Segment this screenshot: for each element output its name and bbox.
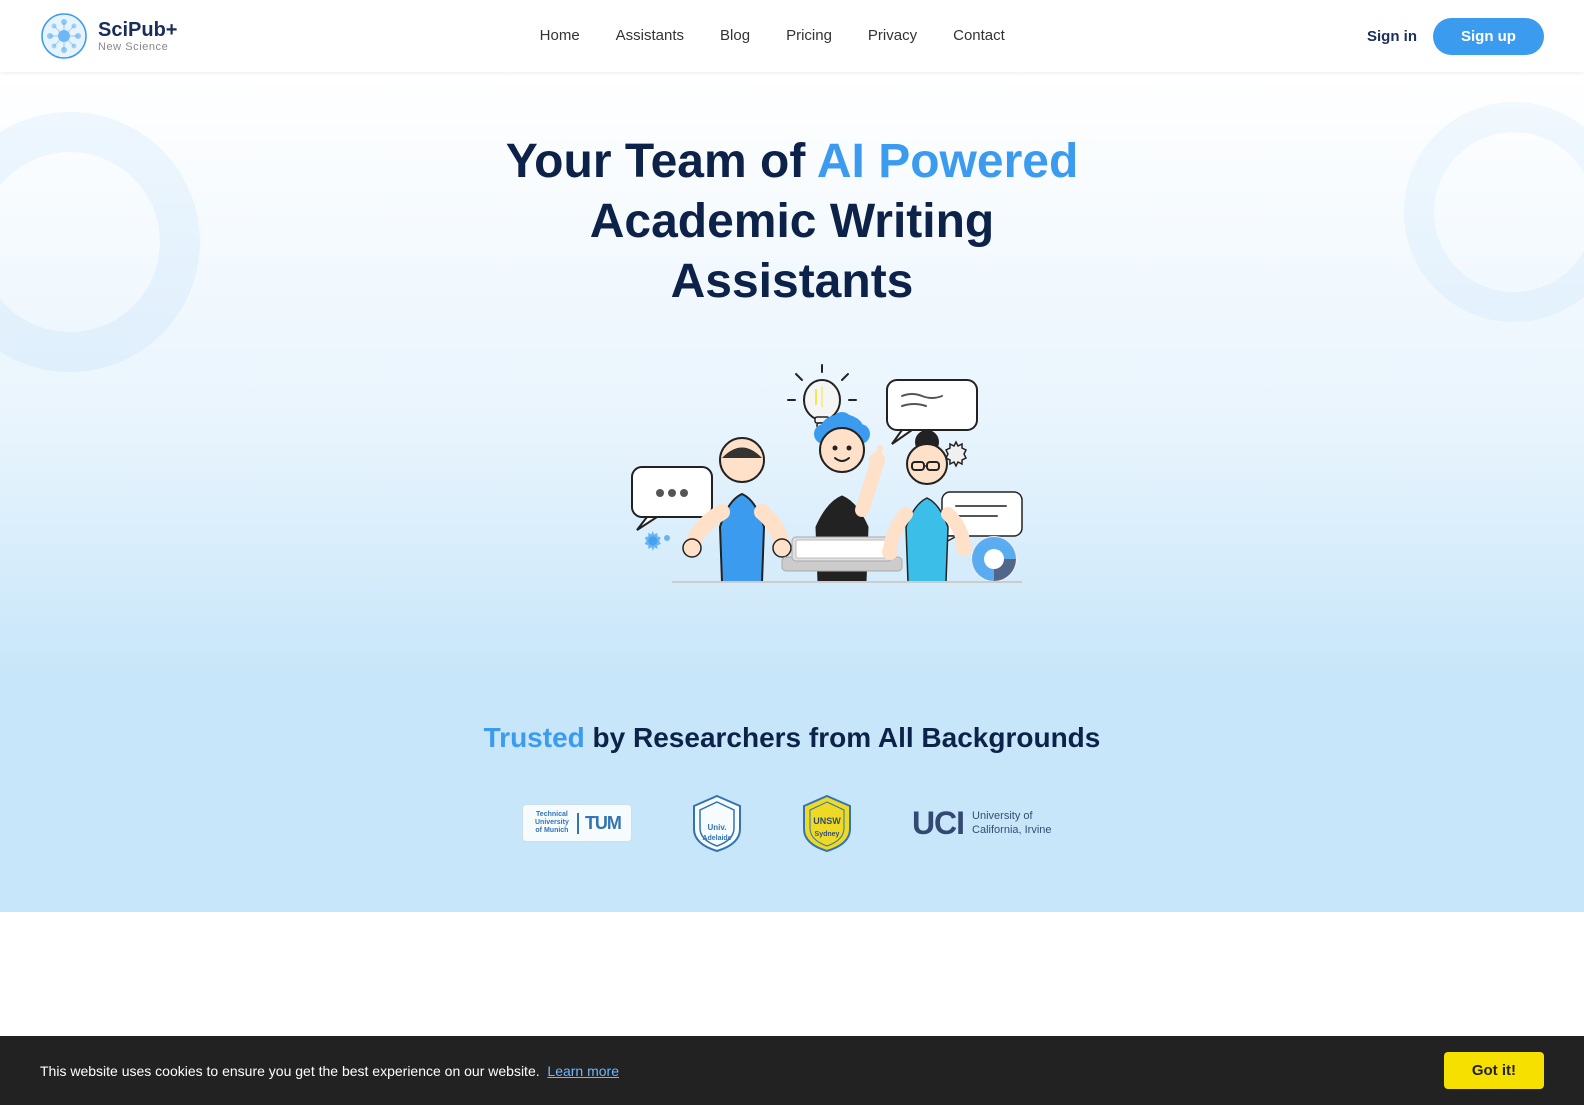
nav-assistants[interactable]: Assistants bbox=[616, 27, 684, 44]
unsw-shield: UNSW Sydney bbox=[802, 794, 852, 852]
adelaide-shield: Univ. Adelaide bbox=[692, 794, 742, 852]
navbar-nav: Home Assistants Blog Pricing Privacy Con… bbox=[540, 27, 1005, 45]
hero-illustration bbox=[532, 352, 1052, 602]
logo-text-sub: New Science bbox=[98, 41, 177, 53]
unsw-logo: UNSW Sydney bbox=[802, 794, 852, 852]
logo-icon bbox=[40, 12, 88, 60]
signup-button[interactable]: Sign up bbox=[1433, 18, 1544, 55]
uci-logo: UCI University of California, Irvine bbox=[912, 805, 1062, 842]
nav-home[interactable]: Home bbox=[540, 27, 580, 44]
logos-row: Technical University of Munich TUM Univ.… bbox=[522, 794, 1062, 852]
adelaide-logo: Univ. Adelaide bbox=[692, 794, 742, 852]
tum-badge-text: Technical University of Munich bbox=[533, 811, 571, 834]
cookie-accept-button[interactable]: Got it! bbox=[1444, 1052, 1544, 1089]
deco-circle-right bbox=[1404, 102, 1584, 322]
svg-text:UNSW: UNSW bbox=[813, 816, 841, 826]
trusted-word: Trusted bbox=[484, 722, 585, 753]
cookie-banner: This website uses cookies to ensure you … bbox=[0, 1036, 1584, 1105]
hero-title-highlight: AI Powered bbox=[817, 135, 1078, 188]
gear-small-icon bbox=[645, 531, 661, 551]
logo[interactable]: SciPub+ New Science bbox=[40, 12, 177, 60]
logo-text-main: SciPub+ bbox=[98, 19, 177, 41]
hero-title-part1: Your Team of bbox=[506, 135, 817, 188]
nav-pricing[interactable]: Pricing bbox=[786, 27, 832, 44]
pie-chart bbox=[972, 537, 1016, 581]
cookie-learn-more-link[interactable]: Learn more bbox=[547, 1063, 619, 1079]
navbar-actions: Sign in Sign up bbox=[1367, 18, 1544, 55]
nav-blog[interactable]: Blog bbox=[720, 27, 750, 44]
svg-text:Sydney: Sydney bbox=[814, 831, 839, 838]
svg-text:Adelaide: Adelaide bbox=[702, 835, 731, 842]
hero-section: Your Team of AI Powered Academic Writing… bbox=[0, 72, 1584, 672]
nav-contact[interactable]: Contact bbox=[953, 27, 1005, 44]
uci-abbr: UCI bbox=[912, 805, 964, 842]
trusted-subtitle: by Researchers from All Backgrounds bbox=[593, 722, 1101, 753]
tum-logo: Technical University of Munich TUM bbox=[522, 804, 632, 841]
nav-privacy[interactable]: Privacy bbox=[868, 27, 917, 44]
hero-title: Your Team of AI Powered Academic Writing… bbox=[506, 132, 1079, 312]
svg-text:Univ.: Univ. bbox=[707, 823, 726, 832]
gear-icon bbox=[946, 442, 966, 466]
dot-decor bbox=[664, 535, 670, 541]
deco-circle-left bbox=[0, 112, 200, 372]
trusted-title: Trusted by Researchers from All Backgrou… bbox=[484, 722, 1101, 754]
trusted-section: Trusted by Researchers from All Backgrou… bbox=[0, 672, 1584, 912]
hero-title-part2: Academic WritingAssistants bbox=[590, 195, 995, 308]
navbar: SciPub+ New Science Home Assistants Blog… bbox=[0, 0, 1584, 72]
signin-button[interactable]: Sign in bbox=[1367, 28, 1417, 45]
cookie-text: This website uses cookies to ensure you … bbox=[40, 1063, 619, 1079]
tum-abbr: TUM bbox=[577, 813, 621, 834]
uci-text: University of California, Irvine bbox=[972, 809, 1062, 838]
